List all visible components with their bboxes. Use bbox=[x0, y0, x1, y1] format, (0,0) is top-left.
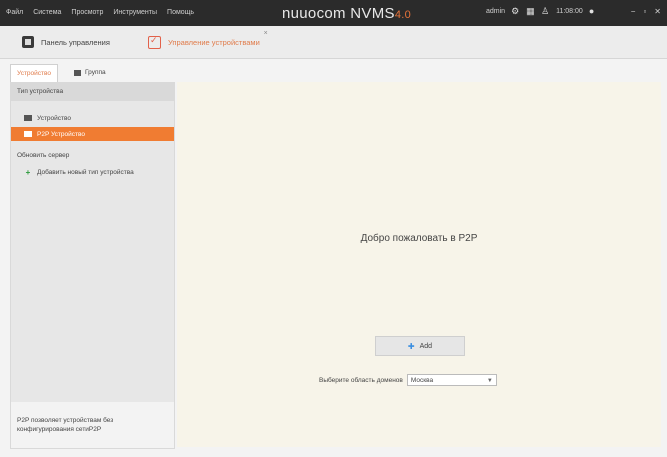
device-icon bbox=[24, 115, 32, 121]
brand-version: 4.0 bbox=[394, 9, 412, 21]
menu-item-system[interactable]: Система bbox=[33, 9, 61, 16]
sidebar-item-label: Добавить новый тип устройства bbox=[37, 168, 134, 176]
grid-icon[interactable]: ▦ bbox=[526, 7, 535, 16]
clock: 11:08:00 bbox=[556, 8, 583, 15]
domain-region-select[interactable]: Москва ▼ bbox=[406, 374, 497, 386]
person-icon[interactable]: ♙ bbox=[541, 7, 550, 16]
window-controls: − ▫ ✕ bbox=[631, 7, 661, 16]
sidebar-item-add-device-type[interactable]: + Добавить новый тип устройства bbox=[11, 165, 174, 179]
device-type-sidebar: Тип устройства Устройство P2P Устройство… bbox=[10, 82, 175, 449]
sidebar-item-update-server[interactable]: Обновить сервер bbox=[11, 148, 174, 162]
sidebar-item-label: Обновить сервер bbox=[17, 151, 70, 159]
bell-icon[interactable]: ● bbox=[589, 7, 598, 16]
menu-item-help[interactable]: Помощь bbox=[167, 9, 194, 16]
app-brand: nuuocom NVMS4.0 bbox=[282, 5, 411, 22]
title-bar: Файл Система Просмотр Инструменты Помощь… bbox=[0, 0, 667, 26]
sidebar-item-p2p-device[interactable]: P2P Устройство bbox=[11, 127, 174, 141]
tab-device[interactable]: Устройство bbox=[10, 64, 59, 82]
minimize-button[interactable]: − bbox=[631, 7, 636, 16]
main-content: Добро пожаловать в P2P ✚ Add Выберите об… bbox=[177, 82, 661, 447]
domain-region-label: Выберите область доменов bbox=[319, 376, 403, 384]
sidebar-header: Тип устройства bbox=[11, 83, 174, 101]
tab-device-label: Устройство bbox=[17, 70, 52, 77]
group-icon bbox=[74, 69, 81, 76]
tab-device-management-label: Управление устройствами bbox=[168, 37, 260, 47]
add-button-label: Add bbox=[419, 342, 433, 350]
close-tab-icon[interactable]: × bbox=[264, 30, 268, 37]
menu-bar: Файл Система Просмотр Инструменты Помощь bbox=[6, 9, 194, 16]
sidebar-item-device[interactable]: Устройство bbox=[11, 111, 174, 125]
tab-control-panel-label: Панель управления bbox=[41, 37, 110, 47]
welcome-text: Добро пожаловать в P2P bbox=[360, 233, 478, 244]
close-button[interactable]: ✕ bbox=[654, 7, 661, 16]
tab-group-label: Группа bbox=[85, 69, 106, 76]
user-name[interactable]: admin bbox=[486, 8, 505, 15]
tab-control-panel[interactable]: Панель управления bbox=[22, 32, 110, 52]
add-icon: ✚ bbox=[407, 341, 415, 351]
domain-region-value: Москва bbox=[410, 377, 434, 384]
sidebar-item-label: Устройство bbox=[37, 114, 72, 122]
add-button[interactable]: ✚ Add bbox=[375, 336, 465, 356]
device-icon bbox=[24, 131, 32, 137]
sidebar-item-label: P2P Устройство bbox=[37, 130, 85, 138]
menu-item-tools[interactable]: Инструменты bbox=[113, 9, 157, 16]
plus-icon: + bbox=[25, 167, 31, 177]
chevron-down-icon: ▼ bbox=[486, 378, 493, 384]
tab-group[interactable]: Группа bbox=[68, 64, 112, 81]
status-area: admin ⚙ ▦ ♙ 11:08:00 ● bbox=[486, 7, 598, 16]
brand-name: nuuocom NVMS bbox=[282, 5, 395, 22]
control-panel-icon bbox=[22, 36, 34, 48]
sidebar-footer-note: P2P позволяет устройствам без конфигурир… bbox=[11, 402, 174, 448]
menu-item-view[interactable]: Просмотр bbox=[71, 9, 103, 16]
tab-device-management[interactable]: Управление устройствами × bbox=[148, 30, 268, 52]
main-tab-bar: Панель управления Управление устройствам… bbox=[0, 26, 667, 59]
sub-tab-bar: Устройство Группа bbox=[10, 64, 170, 82]
maximize-button[interactable]: ▫ bbox=[643, 7, 646, 16]
gear-icon[interactable]: ⚙ bbox=[511, 7, 520, 16]
domain-region-row: Выберите область доменов Москва ▼ bbox=[319, 374, 497, 386]
menu-item-file[interactable]: Файл bbox=[6, 9, 23, 16]
device-management-icon bbox=[148, 35, 161, 49]
